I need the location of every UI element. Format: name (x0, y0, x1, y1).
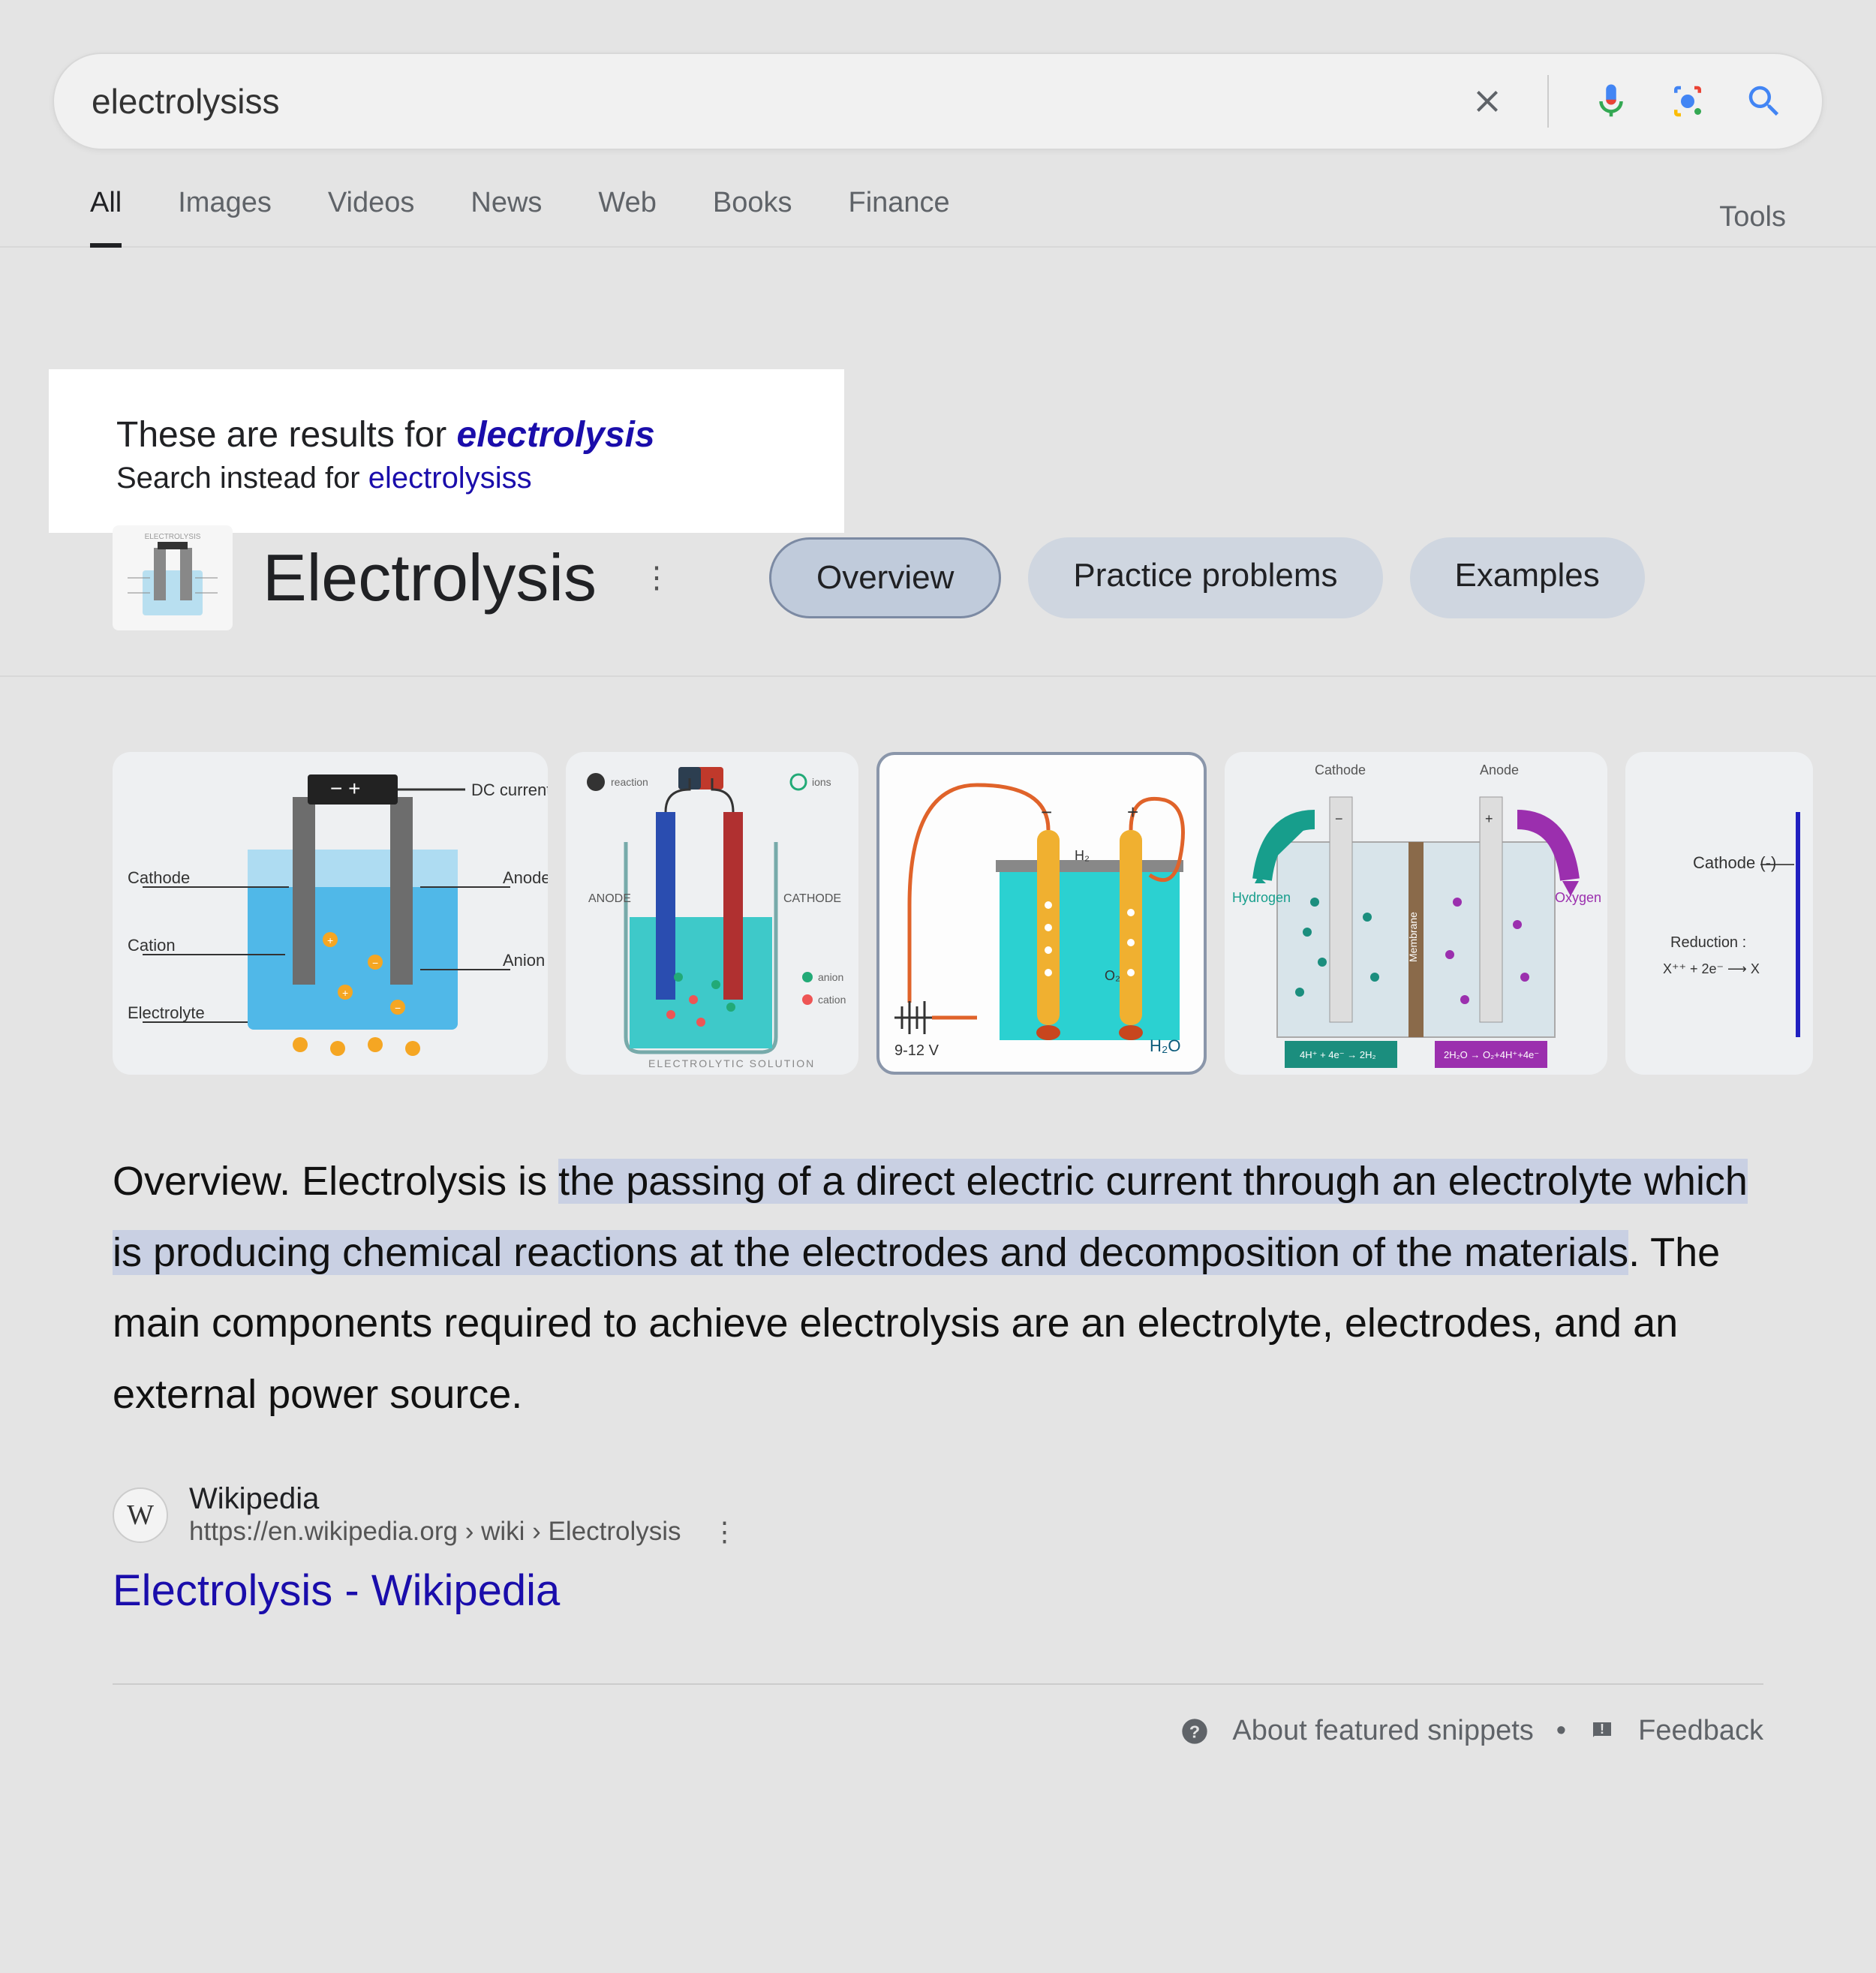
clear-icon[interactable] (1469, 83, 1505, 119)
svg-text:ions: ions (812, 776, 831, 788)
search-bar[interactable] (53, 53, 1823, 150)
svg-text:− +: − + (330, 777, 360, 800)
svg-text:Cathode: Cathode (128, 868, 190, 887)
chip-examples[interactable]: Examples (1410, 537, 1645, 618)
svg-text:2H₂O → O₂+4H⁺+4e⁻: 2H₂O → O₂+4H⁺+4e⁻ (1444, 1049, 1539, 1060)
wikipedia-favicon: W (113, 1487, 168, 1543)
source-more-icon[interactable]: ⋮ (711, 1516, 738, 1547)
tab-books[interactable]: Books (713, 187, 792, 248)
svg-text:+: + (1485, 811, 1493, 826)
svg-text:?: ? (1189, 1722, 1200, 1741)
svg-text:ANODE: ANODE (588, 892, 631, 905)
svg-text:4H⁺ + 4e⁻ → 2H₂: 4H⁺ + 4e⁻ → 2H₂ (1300, 1049, 1376, 1060)
svg-text:−: − (1335, 811, 1343, 826)
image-result-5[interactable]: Cathode (-) Reduction : X⁺⁺ + 2e⁻ ⟶ X (1625, 752, 1813, 1075)
featured-snippet-text: Overview. Electrolysis is the passing of… (113, 1146, 1763, 1430)
svg-text:−: − (1041, 801, 1052, 823)
knowledge-panel-header: ELECTROLYSIS Electrolysis ⋮ Overview Pra… (0, 525, 1876, 677)
help-icon[interactable]: ? (1180, 1716, 1210, 1746)
svg-text:!: ! (1600, 1722, 1604, 1737)
result-title-link[interactable]: Electrolysis - Wikipedia (113, 1565, 1763, 1616)
feedback-link[interactable]: Feedback (1638, 1715, 1763, 1747)
tab-web[interactable]: Web (598, 187, 656, 248)
source-url: https://en.wikipedia.org › wiki › Electr… (189, 1517, 681, 1547)
source-name: Wikipedia (189, 1482, 738, 1516)
search-instead-prefix: Search instead for (116, 462, 368, 495)
svg-text:Cation: Cation (128, 936, 176, 955)
original-query-link[interactable]: electrolysiss (368, 462, 532, 495)
svg-text:Oxygen: Oxygen (1555, 890, 1601, 905)
search-input[interactable] (92, 81, 1469, 122)
tools-button[interactable]: Tools (1719, 201, 1786, 233)
about-snippets-link[interactable]: About featured snippets (1232, 1715, 1533, 1747)
svg-text:+: + (327, 934, 333, 946)
svg-text:+: + (342, 987, 348, 999)
snippet-pre: Overview. Electrolysis is (113, 1159, 558, 1204)
svg-text:Cathode (-): Cathode (-) (1693, 853, 1776, 872)
svg-text:Hydrogen: Hydrogen (1232, 890, 1291, 905)
image-result-4[interactable]: Cathode Anode Membrane − + Hydrogen Oxyg… (1225, 752, 1607, 1075)
svg-text:−: − (395, 1002, 401, 1014)
svg-text:cation: cation (818, 994, 846, 1006)
svg-text:DC current: DC current (471, 780, 548, 799)
voice-search-icon[interactable] (1591, 81, 1631, 122)
topic-more-icon[interactable]: ⋮ (642, 561, 672, 595)
svg-text:Anion: Anion (503, 951, 545, 970)
svg-text:Membrane: Membrane (1407, 912, 1419, 962)
svg-text:H₂: H₂ (1075, 848, 1090, 863)
svg-text:anion: anion (818, 971, 843, 983)
svg-text:reaction: reaction (611, 776, 648, 788)
svg-text:Reduction :: Reduction : (1670, 934, 1746, 951)
image-results-row: − + DC current Cathode Anode Cation Anio… (113, 752, 1763, 1075)
image-result-2[interactable]: reaction ions ANODE CATHODE anion cation… (566, 752, 858, 1075)
tab-news[interactable]: News (471, 187, 542, 248)
result-source: W Wikipedia https://en.wikipedia.org › w… (113, 1482, 1763, 1547)
corrected-query-link[interactable]: electrolysis (457, 415, 655, 455)
svg-text:−: − (372, 957, 378, 969)
svg-text:Anode: Anode (503, 868, 548, 887)
tab-videos[interactable]: Videos (328, 187, 415, 248)
svg-text:O₂: O₂ (1105, 968, 1120, 983)
divider (113, 1683, 1763, 1685)
svg-text:Cathode: Cathode (1315, 762, 1366, 777)
svg-text:X⁺⁺ + 2e⁻ ⟶ X: X⁺⁺ + 2e⁻ ⟶ X (1663, 961, 1760, 976)
svg-text:ELECTROLYTIC SOLUTION: ELECTROLYTIC SOLUTION (648, 1057, 815, 1069)
separator (1547, 75, 1549, 128)
topic-thumbnail[interactable]: ELECTROLYSIS (113, 525, 233, 630)
svg-text:+: + (1127, 801, 1138, 823)
svg-text:ELECTROLYSIS: ELECTROLYSIS (145, 533, 201, 541)
tab-all[interactable]: All (90, 187, 122, 248)
svg-text:H₂O: H₂O (1150, 1036, 1181, 1055)
search-tabs: All Images Videos News Web Books Finance… (0, 150, 1876, 248)
tab-images[interactable]: Images (178, 187, 272, 248)
svg-text:Anode: Anode (1480, 762, 1519, 777)
svg-text:9-12 V: 9-12 V (894, 1042, 940, 1059)
topic-title: Electrolysis (263, 540, 597, 616)
feedback-flag-icon[interactable]: ! (1589, 1718, 1616, 1745)
spell-prefix: These are results for (116, 415, 457, 455)
chip-practice[interactable]: Practice problems (1028, 537, 1382, 618)
dot-separator: • (1556, 1715, 1566, 1747)
svg-text:CATHODE: CATHODE (783, 892, 841, 905)
snippet-footer: ? About featured snippets • ! Feedback (0, 1715, 1763, 1747)
image-result-1[interactable]: − + DC current Cathode Anode Cation Anio… (113, 752, 548, 1075)
svg-text:Electrolyte: Electrolyte (128, 1003, 205, 1022)
chip-overview[interactable]: Overview (769, 537, 1001, 618)
search-icon[interactable] (1744, 81, 1784, 122)
image-search-icon[interactable] (1667, 81, 1708, 122)
image-result-3[interactable]: − + 9-12 V H₂ O₂ H₂O (876, 752, 1207, 1075)
spelling-suggestion: These are results for electrolysis Searc… (49, 369, 844, 533)
tab-finance[interactable]: Finance (848, 187, 949, 248)
